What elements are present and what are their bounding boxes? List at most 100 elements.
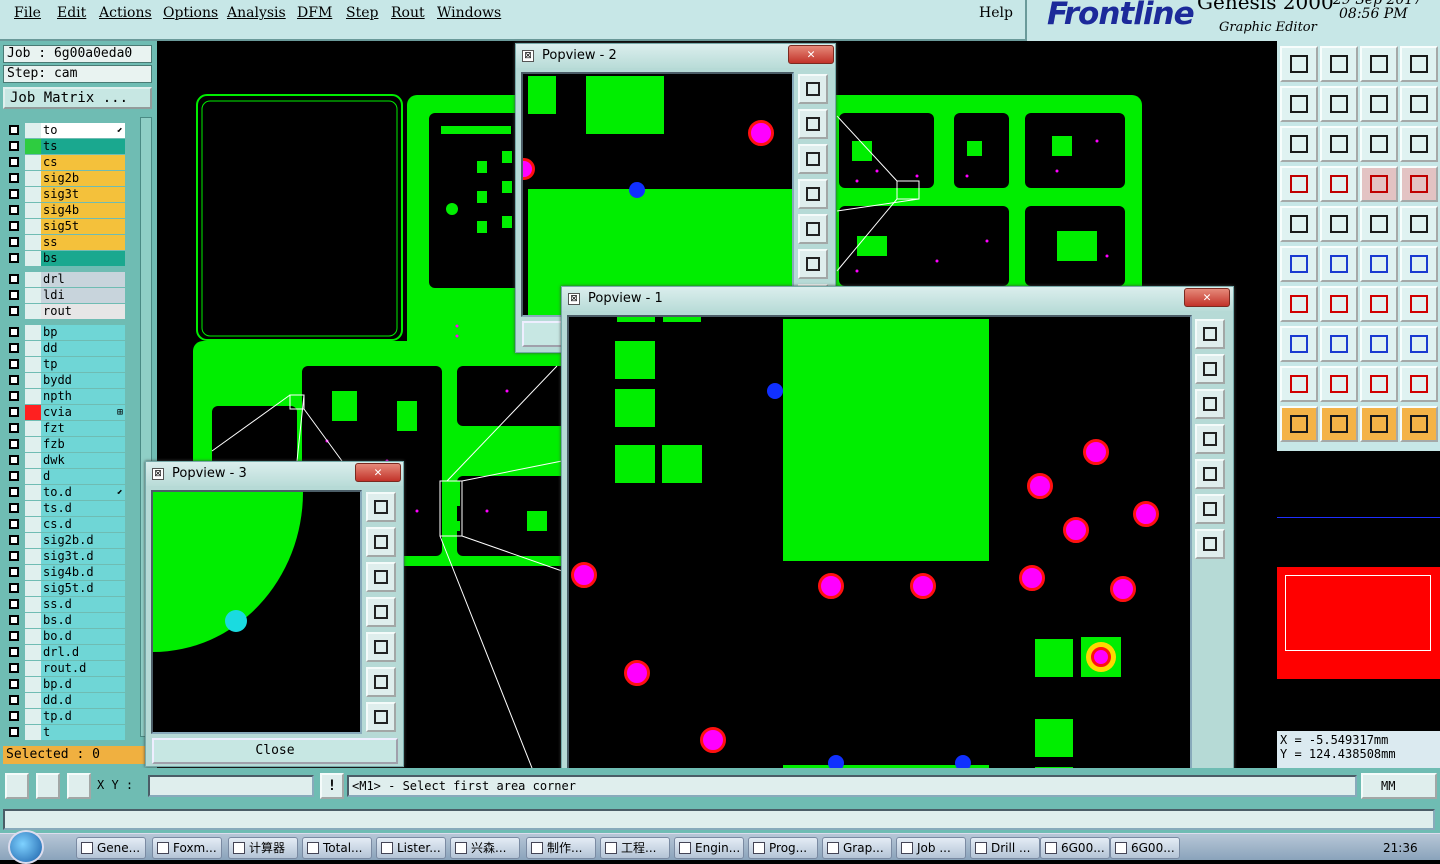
layer-row-rout-d[interactable]: rout.d (5, 661, 125, 676)
copy-icon[interactable] (1400, 326, 1438, 362)
layer-name[interactable]: cs (41, 155, 125, 170)
layer-row-to[interactable]: to ⬋ (5, 123, 125, 138)
layer-row-sig5t[interactable]: sig5t (5, 219, 125, 234)
layer-checkbox[interactable] (9, 439, 19, 449)
layer-name[interactable]: cs.d (41, 517, 125, 532)
taskbar-item[interactable]: 工程... (600, 837, 670, 859)
cross-icon[interactable] (1320, 246, 1358, 282)
layer-name[interactable]: sig5t (41, 219, 125, 234)
layer-row-ldi[interactable]: ldi (5, 288, 125, 303)
popview-1-view[interactable] (567, 315, 1192, 845)
zoom-in-icon[interactable] (798, 109, 828, 139)
undo-icon[interactable] (1280, 86, 1318, 122)
layer-checkbox[interactable] (9, 519, 19, 529)
menu-options[interactable]: Options (163, 5, 218, 21)
layer-row-d[interactable]: d (5, 469, 125, 484)
slash-icon[interactable] (1320, 286, 1358, 322)
layer-name[interactable]: dwk (41, 453, 125, 468)
layer-row-bp[interactable]: bp (5, 325, 125, 340)
layer-name[interactable]: ss (41, 235, 125, 250)
pad-icon[interactable] (1280, 206, 1318, 242)
layer-checkbox[interactable] (9, 663, 19, 673)
measure-tool-icon[interactable] (1360, 206, 1398, 242)
menu-analysis[interactable]: Analysis (227, 5, 286, 21)
taskbar-item[interactable]: Total... (302, 837, 372, 859)
layer-checkbox[interactable] (9, 125, 19, 135)
layer-checkbox[interactable] (9, 290, 19, 300)
layer-row-to-d[interactable]: to.d ⬋ (5, 485, 125, 500)
menu-windows[interactable]: Windows (437, 5, 501, 21)
layer-name[interactable]: ts.d (41, 501, 125, 516)
zoom-fit-icon[interactable] (366, 492, 396, 522)
layer-name[interactable]: npth (41, 389, 125, 404)
layer-state-indicator[interactable] (25, 533, 41, 548)
popview-2-view[interactable] (521, 72, 794, 317)
menu-file[interactable]: File (14, 5, 41, 21)
layer-row-dwk[interactable]: dwk (5, 453, 125, 468)
layer-state-indicator[interactable] (25, 288, 41, 303)
layer-row-ts-d[interactable]: ts.d (5, 501, 125, 516)
layer-state-indicator[interactable] (25, 155, 41, 170)
layer-row-tp[interactable]: tp (5, 357, 125, 372)
layer-name[interactable]: ldi (41, 288, 125, 303)
layer-state-indicator[interactable] (25, 304, 41, 319)
layer-name[interactable]: sig3t (41, 187, 125, 202)
layer-name[interactable]: bs.d (41, 613, 125, 628)
pan-right-icon[interactable] (1195, 459, 1225, 489)
taskbar-item[interactable]: Foxm... (152, 837, 222, 859)
alert-icon[interactable]: ! (320, 773, 344, 799)
grid-view-icon[interactable] (1320, 166, 1358, 202)
select-icon[interactable] (1280, 406, 1318, 442)
taskbar-item[interactable]: Job ... (896, 837, 966, 859)
query-icon[interactable] (1400, 126, 1438, 162)
layer-state-indicator[interactable] (25, 597, 41, 612)
popview-3-close-text-button[interactable]: Close (152, 738, 398, 764)
select-polygon-icon[interactable] (1360, 406, 1398, 442)
layer-row-sig4b-d[interactable]: sig4b.d (5, 565, 125, 580)
popview-3-view[interactable] (151, 490, 362, 734)
layer-row-ss-d[interactable]: ss.d (5, 597, 125, 612)
link-icon[interactable] (1400, 246, 1438, 282)
layer-name[interactable]: tp (41, 357, 125, 372)
rotate-tool-icon[interactable] (1360, 286, 1398, 322)
layer-name[interactable]: sig3t.d (41, 549, 125, 564)
layer-state-indicator[interactable] (25, 517, 41, 532)
layer-row-bydd[interactable]: bydd (5, 373, 125, 388)
layer-checkbox[interactable] (9, 503, 19, 513)
layer-row-cs[interactable]: cs (5, 155, 125, 170)
snap-toggle-icon[interactable] (1360, 166, 1398, 202)
scale-icon[interactable] (1360, 126, 1398, 162)
layer-row-cvia[interactable]: cvia ⊞ (5, 405, 125, 420)
layer-state-indicator[interactable] (25, 661, 41, 676)
menu-rout[interactable]: Rout (391, 5, 425, 21)
layer-state-indicator[interactable] (25, 235, 41, 250)
layer-state-indicator[interactable] (25, 709, 41, 724)
layer-name[interactable]: bs (41, 251, 125, 266)
circle-pad-icon[interactable] (1400, 206, 1438, 242)
layer-state-indicator[interactable] (25, 272, 41, 287)
layer-row-sig4b[interactable]: sig4b (5, 203, 125, 218)
layer-name[interactable]: rout.d (41, 661, 125, 676)
layer-row-t[interactable]: t (5, 725, 125, 740)
layer-checkbox[interactable] (9, 173, 19, 183)
menu-help[interactable]: Help (979, 5, 1013, 21)
layer-checkbox[interactable] (9, 583, 19, 593)
fit-icon[interactable] (1280, 126, 1318, 162)
layer-name[interactable]: fzt (41, 421, 125, 436)
pan-left-icon[interactable] (1195, 424, 1225, 454)
line-icon[interactable] (1320, 206, 1358, 242)
layer-checkbox[interactable] (9, 727, 19, 737)
layer-name[interactable]: bp (41, 325, 125, 340)
layer-name[interactable]: cvia ⊞ (41, 405, 125, 420)
layer-name[interactable]: drl.d (41, 645, 125, 660)
layer-name[interactable]: bydd (41, 373, 125, 388)
layer-name[interactable]: sig2b (41, 171, 125, 186)
node-icon[interactable] (1280, 246, 1318, 282)
layer-row-sig2b-d[interactable]: sig2b.d (5, 533, 125, 548)
layer-row-ts[interactable]: ts (5, 139, 125, 154)
pan-right-icon[interactable] (798, 214, 828, 244)
layer-name[interactable]: d (41, 469, 125, 484)
layer-checkbox[interactable] (9, 189, 19, 199)
zoom-out-icon[interactable] (1195, 389, 1225, 419)
layer-checkbox[interactable] (9, 567, 19, 577)
